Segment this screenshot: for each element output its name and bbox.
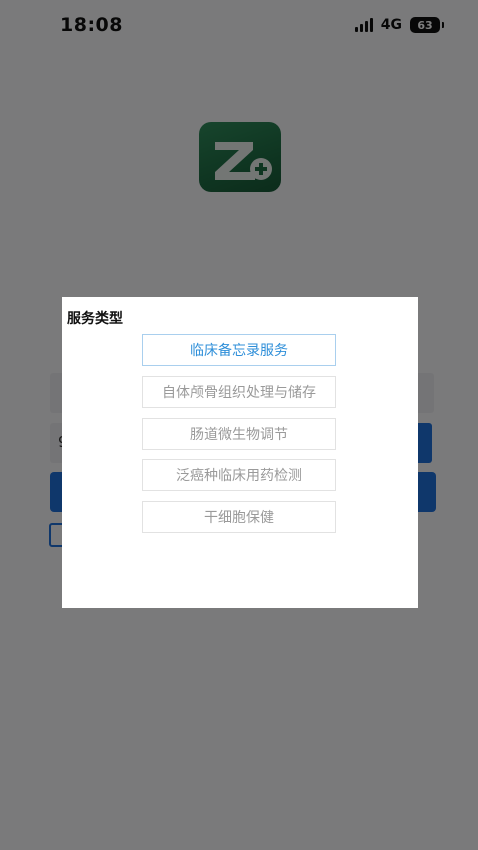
service-option-gut-microbiome[interactable]: 肠道微生物调节 bbox=[142, 418, 336, 450]
service-option-clinical-memo[interactable]: 临床备忘录服务 bbox=[142, 334, 336, 366]
service-option-skull-tissue-storage[interactable]: 自体颅骨组织处理与储存 bbox=[142, 376, 336, 408]
service-option-pan-cancer-drug-testing[interactable]: 泛癌种临床用药检测 bbox=[142, 459, 336, 491]
dialog-title: 服务类型 bbox=[67, 311, 123, 327]
service-type-dialog: 服务类型 临床备忘录服务 自体颅骨组织处理与储存 肠道微生物调节 泛癌种临床用药… bbox=[62, 297, 418, 608]
service-option-stem-cell-care[interactable]: 干细胞保健 bbox=[142, 501, 336, 533]
